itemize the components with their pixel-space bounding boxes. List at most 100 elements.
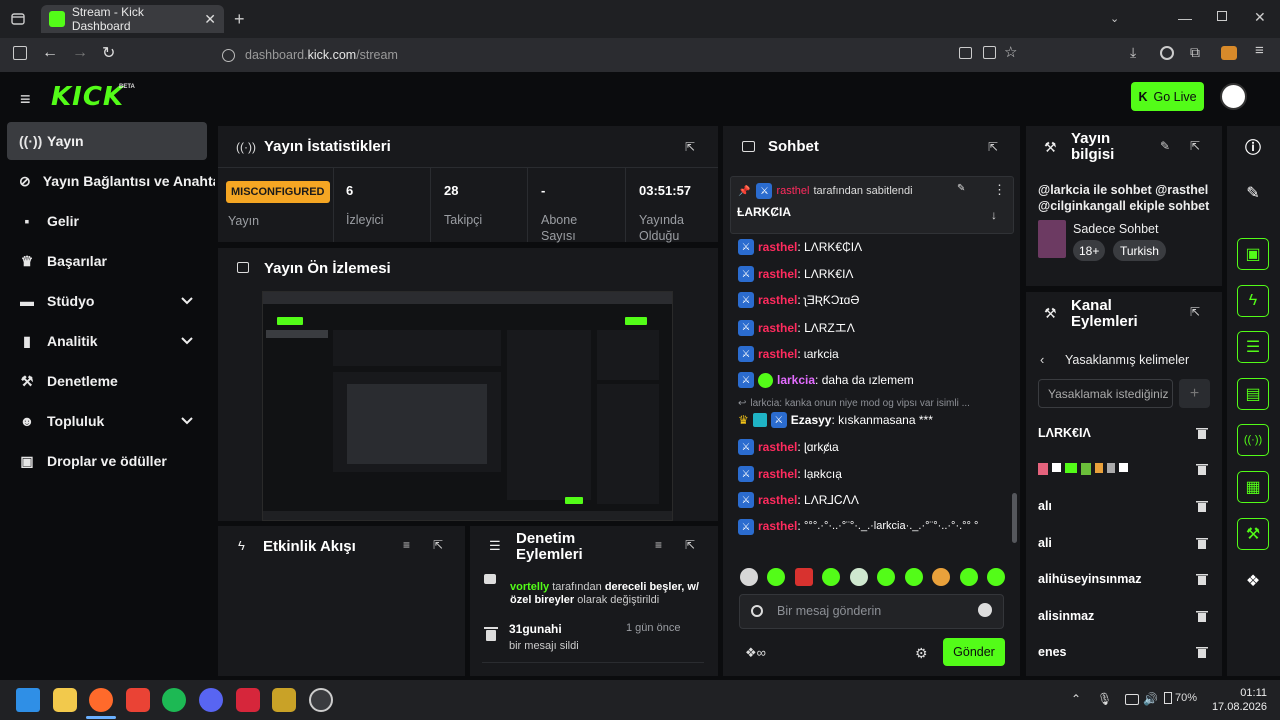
category-thumbnail[interactable] (1038, 220, 1066, 258)
network-icon[interactable] (1125, 694, 1139, 705)
popout-icon[interactable]: ⇱ (988, 140, 998, 154)
trash-icon[interactable] (1196, 463, 1208, 475)
tab-search-chevron-icon[interactable]: ⌄ (1110, 12, 1119, 25)
chat-scrollbar[interactable] (1012, 493, 1017, 543)
tab-close-icon[interactable]: ✕ (204, 11, 216, 28)
new-tab-icon[interactable]: + (234, 9, 245, 30)
chat-username[interactable]: rasthel (758, 240, 797, 254)
popout-icon[interactable]: ⇱ (1190, 139, 1200, 153)
stream-info-toggle-icon[interactable]: ⚒ (1237, 518, 1269, 550)
popout-icon[interactable]: ⇱ (433, 538, 443, 552)
go-live-button[interactable]: K Go Live (1131, 82, 1204, 111)
popout-icon[interactable]: ⇱ (685, 538, 695, 552)
pinned-by-user[interactable]: rasthel (776, 185, 809, 197)
emote-picker-icon[interactable] (751, 605, 763, 617)
sidebar-item-analitik[interactable]: ▮ Analitik (7, 322, 207, 360)
trash-icon[interactable] (1196, 427, 1208, 439)
reload-icon[interactable]: ↻ (102, 43, 115, 63)
emote-icon[interactable] (849, 568, 868, 586)
site-info-icon[interactable] (222, 48, 235, 62)
sidebar-item-denetleme[interactable]: ⚒ Denetleme (7, 362, 207, 400)
address-bar[interactable]: dashboard. kick.com/stream (222, 43, 1040, 67)
send-button[interactable]: Gönder (943, 638, 1005, 666)
minimize-icon[interactable]: — (1178, 10, 1192, 26)
sidebar-item-basarilar[interactable]: ♛ Başarılar (7, 242, 207, 280)
microphone-icon[interactable]: 🎙 (1097, 692, 1112, 706)
account-icon[interactable] (1160, 46, 1174, 60)
mod-entry-user[interactable]: 31gunahi (509, 622, 562, 636)
tab-list-icon[interactable] (10, 11, 26, 27)
firefox-icon[interactable] (89, 688, 113, 712)
maximize-icon[interactable] (1217, 11, 1227, 21)
menu-icon[interactable]: ≡ (1255, 42, 1264, 59)
mod-actions-toggle-icon[interactable]: ☰ (1237, 331, 1269, 363)
popout-icon[interactable]: ⇱ (1190, 305, 1200, 319)
chat-username[interactable]: rasthel (758, 347, 797, 361)
channel-actions-toggle-icon[interactable]: ▦ (1237, 471, 1269, 503)
emote-icon[interactable] (986, 568, 1005, 586)
forward-icon[interactable]: → (72, 44, 88, 62)
emote-icon[interactable] (904, 568, 923, 586)
chat-message[interactable]: ⚔ larkcia: daha da ızlemem (738, 372, 914, 388)
add-word-button[interactable]: + (1179, 379, 1210, 408)
emoji-icon[interactable] (978, 603, 992, 617)
emote-icon[interactable] (877, 568, 896, 586)
layout-icon[interactable]: ❖ (1237, 565, 1269, 597)
downloads-icon[interactable]: ⤓ (1130, 44, 1136, 61)
activity-toggle-icon[interactable]: ϟ (1237, 285, 1269, 317)
chat-message[interactable]: ⚔ rasthel: °°°.·°·..·°¨°·._.·larkcia·._.·… (738, 519, 1000, 535)
emote-icon[interactable] (740, 568, 758, 586)
chat-username[interactable]: rasthel (758, 493, 797, 507)
chat-username[interactable]: rasthel (758, 321, 797, 335)
trash-icon[interactable] (1196, 573, 1208, 585)
trash-icon[interactable] (1196, 646, 1208, 658)
volume-icon[interactable]: 🔊 (1143, 692, 1158, 706)
chat-message[interactable]: ⚔ rasthel: ꓡΛRΖエΛ (738, 319, 855, 336)
preview-toggle-icon[interactable]: ▣ (1237, 238, 1269, 270)
emote-icon[interactable] (822, 568, 841, 586)
chat-username[interactable]: rasthel (758, 293, 797, 307)
app-icon[interactable] (272, 688, 296, 712)
file-explorer-icon[interactable] (53, 688, 77, 712)
app-icon[interactable] (236, 688, 260, 712)
sidebar-item-yayin[interactable]: ((·)) Yayın (7, 122, 207, 160)
settings-gear-icon[interactable]: ⚙ (915, 645, 928, 662)
sidebar-item-droplar[interactable]: ▣ Droplar ve ödüller (7, 442, 207, 480)
popout-icon[interactable]: ⇱ (685, 140, 695, 154)
emote-icon[interactable] (932, 568, 951, 586)
banned-word-input[interactable]: Yasaklamak istediğiniz (1038, 379, 1173, 408)
stream-preview-video[interactable] (262, 291, 673, 521)
chat-message[interactable]: ⚔ rasthel: LΛR⅃ᏟꓥΛ (738, 492, 859, 508)
emote-icon[interactable] (767, 568, 786, 586)
chat-username[interactable]: rasthel (758, 267, 797, 281)
trash-icon[interactable] (1196, 537, 1208, 549)
extension-badge-icon[interactable] (1221, 46, 1237, 60)
category-name[interactable]: Sadece Sohbet (1073, 222, 1159, 236)
sidebar-toggle-icon[interactable] (13, 46, 27, 60)
app-icon[interactable] (309, 688, 333, 712)
emote-icon[interactable] (959, 568, 978, 586)
chat-toggle-icon[interactable]: ▤ (1237, 378, 1269, 410)
sidebar-item-topluluk[interactable]: ☻ Topluluk (7, 402, 207, 440)
chat-username[interactable]: rasthel (758, 467, 797, 481)
sidebar-item-stream-key[interactable]: ⊘ Yayın Bağlantısı ve Anahtar (7, 162, 215, 200)
stats-toggle-icon[interactable]: ((·)) (1237, 424, 1269, 456)
sidebar-item-studyo[interactable]: ▬ Stüdyo (7, 282, 207, 320)
screenshot-icon[interactable] (959, 47, 972, 59)
chat-message[interactable]: ⚔ rasthel: ɩarkcịa (738, 346, 839, 362)
chat-message[interactable]: ♛ ⚔ Ezasyy: kıskanmasana *** (738, 412, 933, 428)
clock[interactable]: 01:11 17.08.2026 (1207, 686, 1267, 714)
filter-icon[interactable]: ≡ (655, 538, 662, 552)
chat-username[interactable]: larkcia (777, 373, 815, 387)
sidebar-item-gelir[interactable]: ▪ Gelir (7, 202, 207, 240)
expand-icon[interactable]: ↓ (991, 208, 997, 222)
info-icon[interactable]: ⓘ (1237, 130, 1269, 162)
channel-points-icon[interactable]: ❖∞ (745, 645, 766, 661)
gmail-icon[interactable] (126, 688, 150, 712)
trash-icon[interactable] (1196, 610, 1208, 622)
edit-pencil-icon[interactable]: ✎ (1160, 139, 1170, 153)
chat-message[interactable]: ⚔ rasthel: ʅƎƦƘƆɪɑƏ (738, 292, 859, 308)
discord-icon[interactable] (199, 688, 223, 712)
start-icon[interactable] (16, 688, 40, 712)
chat-username[interactable]: Ezasyy (791, 413, 832, 427)
